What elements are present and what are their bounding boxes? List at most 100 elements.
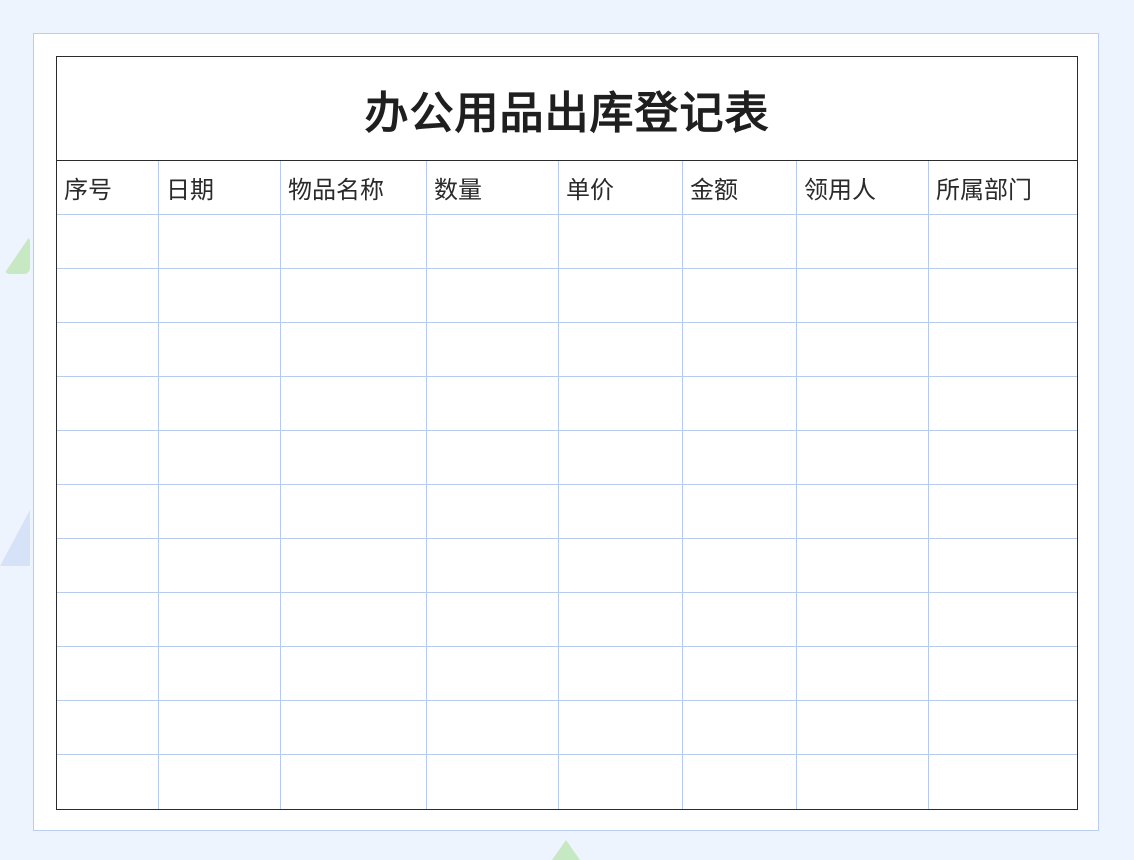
table-cell[interactable] (929, 539, 1076, 592)
decorative-green-shape-bottom (552, 840, 580, 860)
table-grid: 序号 日期 物品名称 数量 单价 金额 领用人 所属部门 (57, 161, 1077, 809)
table-cell[interactable] (797, 485, 929, 538)
table-row (57, 485, 1077, 539)
table-cell[interactable] (159, 377, 281, 430)
table-cell[interactable] (797, 539, 929, 592)
table-cell[interactable] (683, 215, 797, 268)
table-cell[interactable] (57, 269, 159, 322)
table-cell[interactable] (57, 323, 159, 376)
table-cell[interactable] (559, 323, 683, 376)
table-cell[interactable] (427, 539, 559, 592)
table-cell[interactable] (159, 485, 281, 538)
header-cell-index: 序号 (57, 161, 159, 214)
table-cell[interactable] (159, 215, 281, 268)
table-cell[interactable] (281, 269, 427, 322)
table-cell[interactable] (57, 755, 159, 809)
table-cell[interactable] (57, 647, 159, 700)
table-cell[interactable] (57, 485, 159, 538)
table-cell[interactable] (929, 593, 1076, 646)
table-cell[interactable] (683, 755, 797, 809)
table-cell[interactable] (559, 269, 683, 322)
table-cell[interactable] (57, 215, 159, 268)
table-cell[interactable] (281, 323, 427, 376)
table-cell[interactable] (427, 431, 559, 484)
table-cell[interactable] (57, 593, 159, 646)
table-cell[interactable] (281, 647, 427, 700)
table-cell[interactable] (559, 377, 683, 430)
table-cell[interactable] (683, 269, 797, 322)
table-cell[interactable] (797, 377, 929, 430)
table-cell[interactable] (427, 647, 559, 700)
decorative-green-shape (4, 236, 30, 274)
table-cell[interactable] (559, 701, 683, 754)
table-cell[interactable] (57, 431, 159, 484)
table-cell[interactable] (683, 323, 797, 376)
table-cell[interactable] (427, 269, 559, 322)
table-cell[interactable] (159, 323, 281, 376)
table-cell[interactable] (797, 269, 929, 322)
table-cell[interactable] (929, 431, 1076, 484)
table-cell[interactable] (159, 701, 281, 754)
table-cell[interactable] (929, 323, 1076, 376)
table-cell[interactable] (929, 269, 1076, 322)
table-cell[interactable] (57, 701, 159, 754)
table-cell[interactable] (559, 755, 683, 809)
table-cell[interactable] (281, 215, 427, 268)
table-cell[interactable] (929, 755, 1076, 809)
table-cell[interactable] (281, 593, 427, 646)
table-cell[interactable] (427, 323, 559, 376)
table-cell[interactable] (559, 215, 683, 268)
table-cell[interactable] (281, 485, 427, 538)
table-cell[interactable] (683, 647, 797, 700)
table-cell[interactable] (797, 701, 929, 754)
table-cell[interactable] (427, 755, 559, 809)
table-cell[interactable] (281, 755, 427, 809)
table-cell[interactable] (797, 323, 929, 376)
table-cell[interactable] (281, 701, 427, 754)
table-cell[interactable] (427, 215, 559, 268)
table-cell[interactable] (427, 701, 559, 754)
header-cell-date: 日期 (159, 161, 281, 214)
table-cell[interactable] (929, 215, 1076, 268)
table-cell[interactable] (427, 593, 559, 646)
table-cell[interactable] (57, 377, 159, 430)
table-row (57, 539, 1077, 593)
table-cell[interactable] (159, 269, 281, 322)
table-cell[interactable] (559, 539, 683, 592)
table-cell[interactable] (683, 701, 797, 754)
table-cell[interactable] (559, 647, 683, 700)
table-row (57, 269, 1077, 323)
table-cell[interactable] (559, 593, 683, 646)
table-cell[interactable] (929, 701, 1076, 754)
table-cell[interactable] (683, 377, 797, 430)
table-cell[interactable] (159, 647, 281, 700)
table-cell[interactable] (797, 431, 929, 484)
table-cell[interactable] (797, 215, 929, 268)
table-cell[interactable] (281, 377, 427, 430)
table-row (57, 701, 1077, 755)
table-cell[interactable] (427, 377, 559, 430)
table-cell[interactable] (797, 593, 929, 646)
table-cell[interactable] (797, 755, 929, 809)
table-cell[interactable] (159, 539, 281, 592)
table-cell[interactable] (281, 539, 427, 592)
table-cell[interactable] (559, 431, 683, 484)
table-cell[interactable] (683, 431, 797, 484)
table-cell[interactable] (683, 485, 797, 538)
table-cell[interactable] (683, 593, 797, 646)
table-cell[interactable] (159, 431, 281, 484)
table-cell[interactable] (159, 755, 281, 809)
table-cell[interactable] (427, 485, 559, 538)
table-cell[interactable] (683, 539, 797, 592)
header-cell-recipient: 领用人 (797, 161, 929, 214)
table-cell[interactable] (57, 539, 159, 592)
table-cell[interactable] (929, 647, 1076, 700)
title-row: 办公用品出库登记表 (57, 57, 1077, 161)
table-cell[interactable] (929, 485, 1076, 538)
table-cell[interactable] (559, 485, 683, 538)
table-cell[interactable] (159, 593, 281, 646)
table-cell[interactable] (281, 431, 427, 484)
table-cell[interactable] (797, 647, 929, 700)
header-cell-amount: 金额 (683, 161, 797, 214)
table-cell[interactable] (929, 377, 1076, 430)
